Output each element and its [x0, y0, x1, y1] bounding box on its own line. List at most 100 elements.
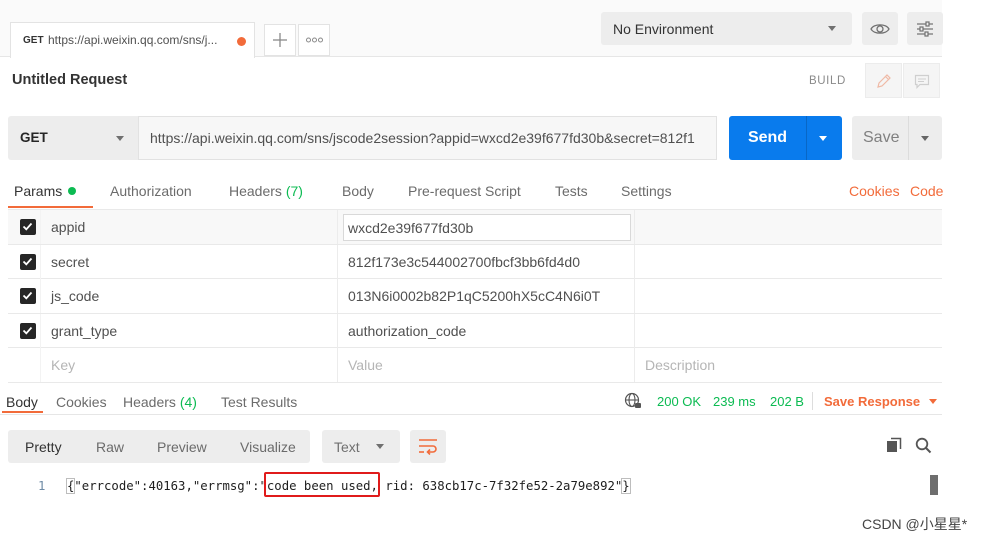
param-key[interactable]: grant_type: [40, 313, 337, 348]
view-mode-preview[interactable]: Preview: [157, 439, 207, 455]
send-button-label: Send: [747, 129, 788, 146]
response-tab-headers-label: Headers: [123, 394, 176, 410]
response-tab-test-results[interactable]: Test Results: [221, 394, 297, 410]
tab-headers-count: (7): [285, 183, 303, 199]
format-select[interactable]: Text: [322, 430, 400, 463]
method-select[interactable]: GET: [8, 116, 138, 160]
checkbox-checked-icon[interactable]: [20, 322, 36, 339]
response-status[interactable]: 200 OK: [657, 394, 701, 409]
save-button-label: Save: [863, 129, 900, 146]
url-input[interactable]: [138, 116, 717, 160]
tab-title: https://api.weixin.qq.com/sns/j...: [48, 33, 218, 47]
new-key-cell: [40, 348, 337, 383]
eye-icon: [870, 23, 890, 34]
new-param-row: [8, 348, 942, 383]
response-tab-headers[interactable]: Headers (4): [123, 394, 197, 410]
view-mode-pretty[interactable]: Pretty: [25, 439, 62, 455]
view-mode-visualize[interactable]: Visualize: [240, 439, 296, 455]
param-description[interactable]: [634, 210, 942, 244]
param-value[interactable]: 013N6i0002b82P1qC5200hX5cC4N6i0T: [337, 279, 634, 314]
comments-button[interactable]: [903, 63, 940, 98]
table-row: appid: [8, 210, 942, 245]
response-time[interactable]: 239 ms: [713, 394, 756, 409]
save-options-caret-down-icon[interactable]: [921, 136, 929, 141]
close-brace: }: [621, 478, 631, 494]
tab-tests[interactable]: Tests: [555, 183, 588, 199]
edit-button[interactable]: [865, 63, 902, 98]
response-tab-cookies[interactable]: Cookies: [56, 394, 107, 410]
globe-icon[interactable]: [624, 392, 642, 410]
param-key[interactable]: secret: [40, 244, 337, 279]
tab-pre-request-script[interactable]: Pre-request Script: [408, 183, 521, 199]
caret-down-icon: [116, 136, 124, 141]
save-response-caret-down-icon[interactable]: [929, 399, 937, 404]
build-mode-label: BUILD: [809, 75, 846, 87]
tab-settings[interactable]: Settings: [621, 183, 672, 199]
table-row: grant_type authorization_code: [8, 313, 942, 349]
environment-quick-look-button[interactable]: [862, 12, 898, 45]
active-tab-underline: [8, 206, 93, 208]
cookies-link[interactable]: Cookies: [849, 183, 900, 199]
param-value-input[interactable]: [343, 214, 631, 241]
environment-select[interactable]: No Environment: [601, 12, 852, 45]
code-text-before: "errcode":40163,"errmsg":": [74, 479, 267, 493]
tab-authorization[interactable]: Authorization: [110, 183, 192, 199]
response-body-line[interactable]: {"errcode":40163,"errmsg":"code been use…: [65, 478, 631, 494]
pencil-icon: [877, 74, 891, 88]
scrollbar-thumb[interactable]: [930, 475, 938, 495]
param-key[interactable]: js_code: [40, 279, 337, 314]
search-icon[interactable]: [915, 437, 932, 454]
status-divider: [812, 392, 813, 410]
save-response-button[interactable]: Save Response: [824, 394, 920, 409]
send-button[interactable]: Send: [729, 116, 842, 160]
checkbox-checked-icon[interactable]: [20, 288, 36, 305]
format-select-label: Text: [334, 439, 360, 455]
view-mode-selector: Pretty Raw Preview Visualize: [8, 430, 310, 463]
wrap-lines-button[interactable]: [410, 430, 446, 463]
param-description[interactable]: [634, 244, 942, 279]
postman-window: GET https://api.weixin.qq.com/sns/j... N…: [0, 0, 995, 540]
unsaved-dot-icon: [237, 37, 246, 46]
checkbox-checked-icon[interactable]: [20, 253, 36, 270]
response-tabs-divider: [0, 414, 942, 415]
checkbox-checked-icon[interactable]: [20, 219, 36, 235]
manage-environments-button[interactable]: [907, 12, 943, 45]
comment-icon: [914, 74, 930, 89]
send-options-caret-down-icon[interactable]: [819, 136, 827, 141]
request-tab[interactable]: GET https://api.weixin.qq.com/sns/j...: [10, 22, 255, 58]
code-text-after: rid: 638cb17c-7f32fe52-2a79e892": [377, 479, 623, 493]
environment-select-label: No Environment: [613, 21, 714, 37]
param-value[interactable]: authorization_code: [337, 313, 634, 348]
method-select-label: GET: [20, 130, 48, 145]
new-tab-button[interactable]: [264, 24, 296, 56]
new-value-cell: [337, 348, 634, 383]
tab-params[interactable]: Params: [14, 183, 62, 199]
table-row: secret 812f173e3c544002700fbcf3bb6fd4d0: [8, 244, 942, 280]
response-active-tab-underline: [2, 411, 43, 413]
response-tab-body[interactable]: Body: [6, 394, 38, 410]
tab-body[interactable]: Body: [342, 183, 374, 199]
new-description-cell: [634, 348, 942, 383]
request-name[interactable]: Untitled Request: [12, 72, 127, 88]
tab-headers[interactable]: Headers (7): [229, 183, 303, 199]
view-mode-raw[interactable]: Raw: [96, 439, 124, 455]
param-description[interactable]: [634, 313, 942, 348]
more-tabs-button[interactable]: [298, 24, 330, 56]
wrap-lines-icon: [419, 439, 437, 455]
code-link[interactable]: Code: [910, 183, 943, 199]
param-value-cell: [337, 210, 634, 244]
green-dot-icon: [68, 187, 76, 195]
new-key-input[interactable]: [41, 348, 337, 383]
response-tab-headers-count: (4): [179, 394, 197, 410]
copy-icon[interactable]: [886, 437, 902, 453]
sliders-icon: [917, 20, 933, 37]
new-description-input[interactable]: [635, 348, 942, 383]
param-description[interactable]: [634, 279, 942, 314]
response-size[interactable]: 202 B: [770, 394, 804, 409]
param-key[interactable]: appid: [40, 210, 337, 244]
watermark: CSDN @小星星*: [862, 516, 968, 532]
caret-down-icon: [828, 26, 836, 31]
param-value[interactable]: 812f173e3c544002700fbcf3bb6fd4d0: [337, 244, 634, 279]
new-value-input[interactable]: [338, 348, 634, 383]
save-button[interactable]: Save: [852, 116, 942, 160]
